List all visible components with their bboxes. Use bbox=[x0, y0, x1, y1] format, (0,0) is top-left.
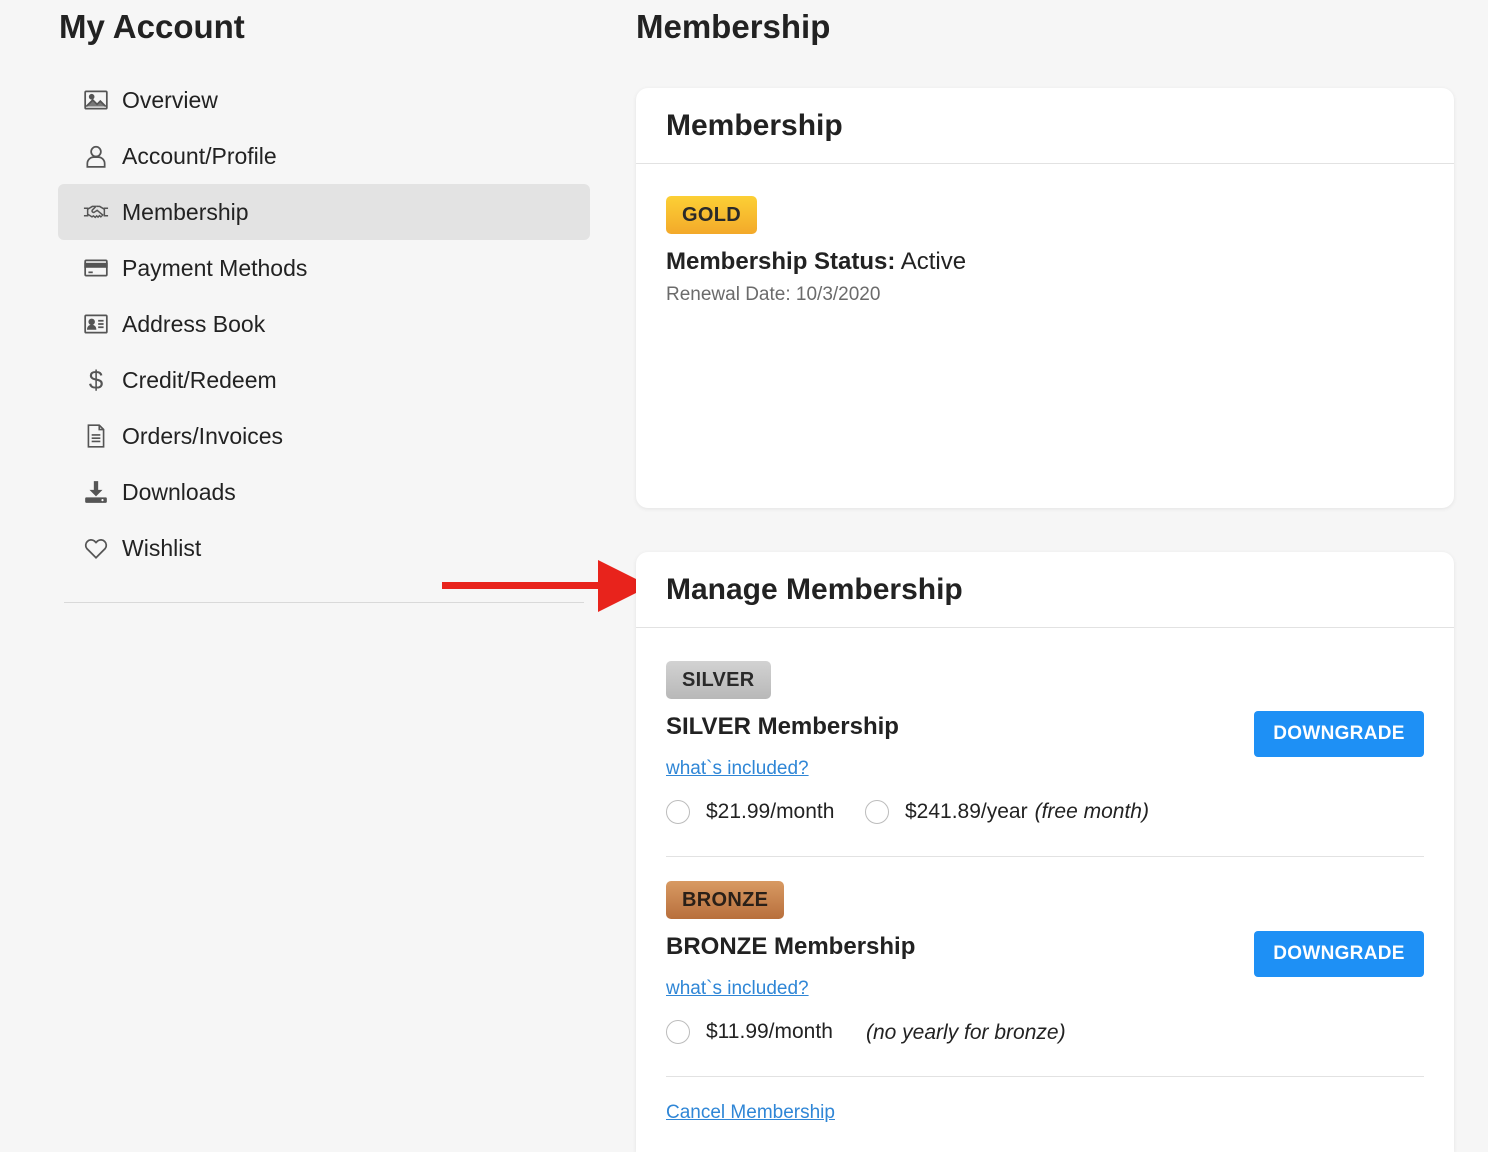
sidebar-item-label: Membership bbox=[122, 198, 249, 225]
status-value: Active bbox=[900, 248, 967, 275]
image-icon bbox=[82, 86, 110, 114]
gold-badge: GOLD bbox=[666, 196, 757, 234]
membership-card-header: Membership bbox=[636, 88, 1454, 164]
sidebar-item-label: Payment Methods bbox=[122, 254, 308, 281]
silver-plan-title: SILVER Membership bbox=[666, 713, 899, 740]
membership-card-title: Membership bbox=[666, 108, 843, 142]
plan-divider bbox=[666, 1076, 1424, 1077]
plan-divider bbox=[666, 856, 1424, 857]
document-icon bbox=[82, 422, 110, 450]
sidebar-item-label: Credit/Redeem bbox=[122, 366, 277, 393]
silver-monthly-price: $21.99/month bbox=[706, 800, 835, 823]
manage-membership-card: Manage Membership SILVER SILVER Membersh… bbox=[636, 552, 1454, 1152]
silver-yearly-radio[interactable] bbox=[865, 800, 889, 824]
sidebar-nav: Overview Account/Profile Membership Paym… bbox=[58, 72, 590, 576]
bronze-monthly-price: $11.99/month bbox=[706, 1020, 833, 1043]
sidebar-item-payment-methods[interactable]: Payment Methods bbox=[58, 240, 590, 296]
membership-card: Membership GOLD Membership Status: Activ… bbox=[636, 88, 1454, 508]
sidebar-item-credit-redeem[interactable]: $ Credit/Redeem bbox=[58, 352, 590, 408]
dollar-icon: $ bbox=[88, 364, 104, 395]
handshake-icon bbox=[82, 198, 110, 226]
silver-monthly-option[interactable]: $21.99/month bbox=[666, 800, 834, 824]
silver-yearly-price: $241.89/year bbox=[905, 800, 1028, 823]
bronze-monthly-option[interactable]: $11.99/month bbox=[666, 1020, 833, 1044]
sidebar-item-membership[interactable]: Membership bbox=[58, 184, 590, 240]
sidebar-item-account-profile[interactable]: Account/Profile bbox=[58, 128, 590, 184]
sidebar-item-label: Account/Profile bbox=[122, 142, 277, 169]
sidebar-item-label: Orders/Invoices bbox=[122, 422, 284, 449]
manage-membership-header: Manage Membership bbox=[636, 552, 1454, 628]
bronze-badge: BRONZE bbox=[666, 881, 785, 919]
sidebar-item-label: Wishlist bbox=[122, 534, 202, 561]
bronze-no-yearly-note: (no yearly for bronze) bbox=[866, 1021, 1066, 1044]
silver-whats-included-link[interactable]: what`s included? bbox=[666, 758, 809, 780]
sidebar-item-overview[interactable]: Overview bbox=[58, 72, 590, 128]
bronze-monthly-radio[interactable] bbox=[666, 1020, 690, 1044]
page-title: Membership bbox=[636, 8, 831, 45]
sidebar-item-orders-invoices[interactable]: Orders/Invoices bbox=[58, 408, 590, 464]
bronze-plan-title: BRONZE Membership bbox=[666, 933, 916, 960]
heart-icon bbox=[82, 534, 110, 562]
manage-membership-title: Manage Membership bbox=[666, 572, 963, 606]
download-icon bbox=[82, 478, 110, 506]
silver-downgrade-button[interactable]: DOWNGRADE bbox=[1254, 711, 1424, 757]
silver-monthly-radio[interactable] bbox=[666, 800, 690, 824]
sidebar-item-label: Overview bbox=[122, 86, 218, 113]
sidebar-item-downloads[interactable]: Downloads bbox=[58, 464, 590, 520]
renewal-date: Renewal Date: 10/3/2020 bbox=[666, 284, 881, 305]
user-icon bbox=[82, 142, 110, 170]
sidebar-item-label: Downloads bbox=[122, 478, 236, 505]
status-label: Membership Status: bbox=[666, 248, 896, 275]
sidebar-item-label: Address Book bbox=[122, 310, 266, 337]
silver-badge: SILVER bbox=[666, 661, 771, 699]
sidebar-item-address-book[interactable]: Address Book bbox=[58, 296, 590, 352]
membership-status: Membership Status: Active bbox=[666, 248, 966, 276]
silver-yearly-note: (free month) bbox=[1034, 800, 1149, 823]
credit-card-icon bbox=[82, 254, 110, 282]
address-card-icon bbox=[82, 310, 110, 338]
cancel-membership-link[interactable]: Cancel Membership bbox=[666, 1102, 835, 1124]
annotation-arrow bbox=[442, 560, 650, 612]
account-title: My Account bbox=[59, 8, 245, 45]
silver-yearly-option[interactable]: $241.89/year (free month) bbox=[865, 800, 1149, 824]
bronze-whats-included-link[interactable]: what`s included? bbox=[666, 978, 809, 1000]
bronze-downgrade-button[interactable]: DOWNGRADE bbox=[1254, 931, 1424, 977]
